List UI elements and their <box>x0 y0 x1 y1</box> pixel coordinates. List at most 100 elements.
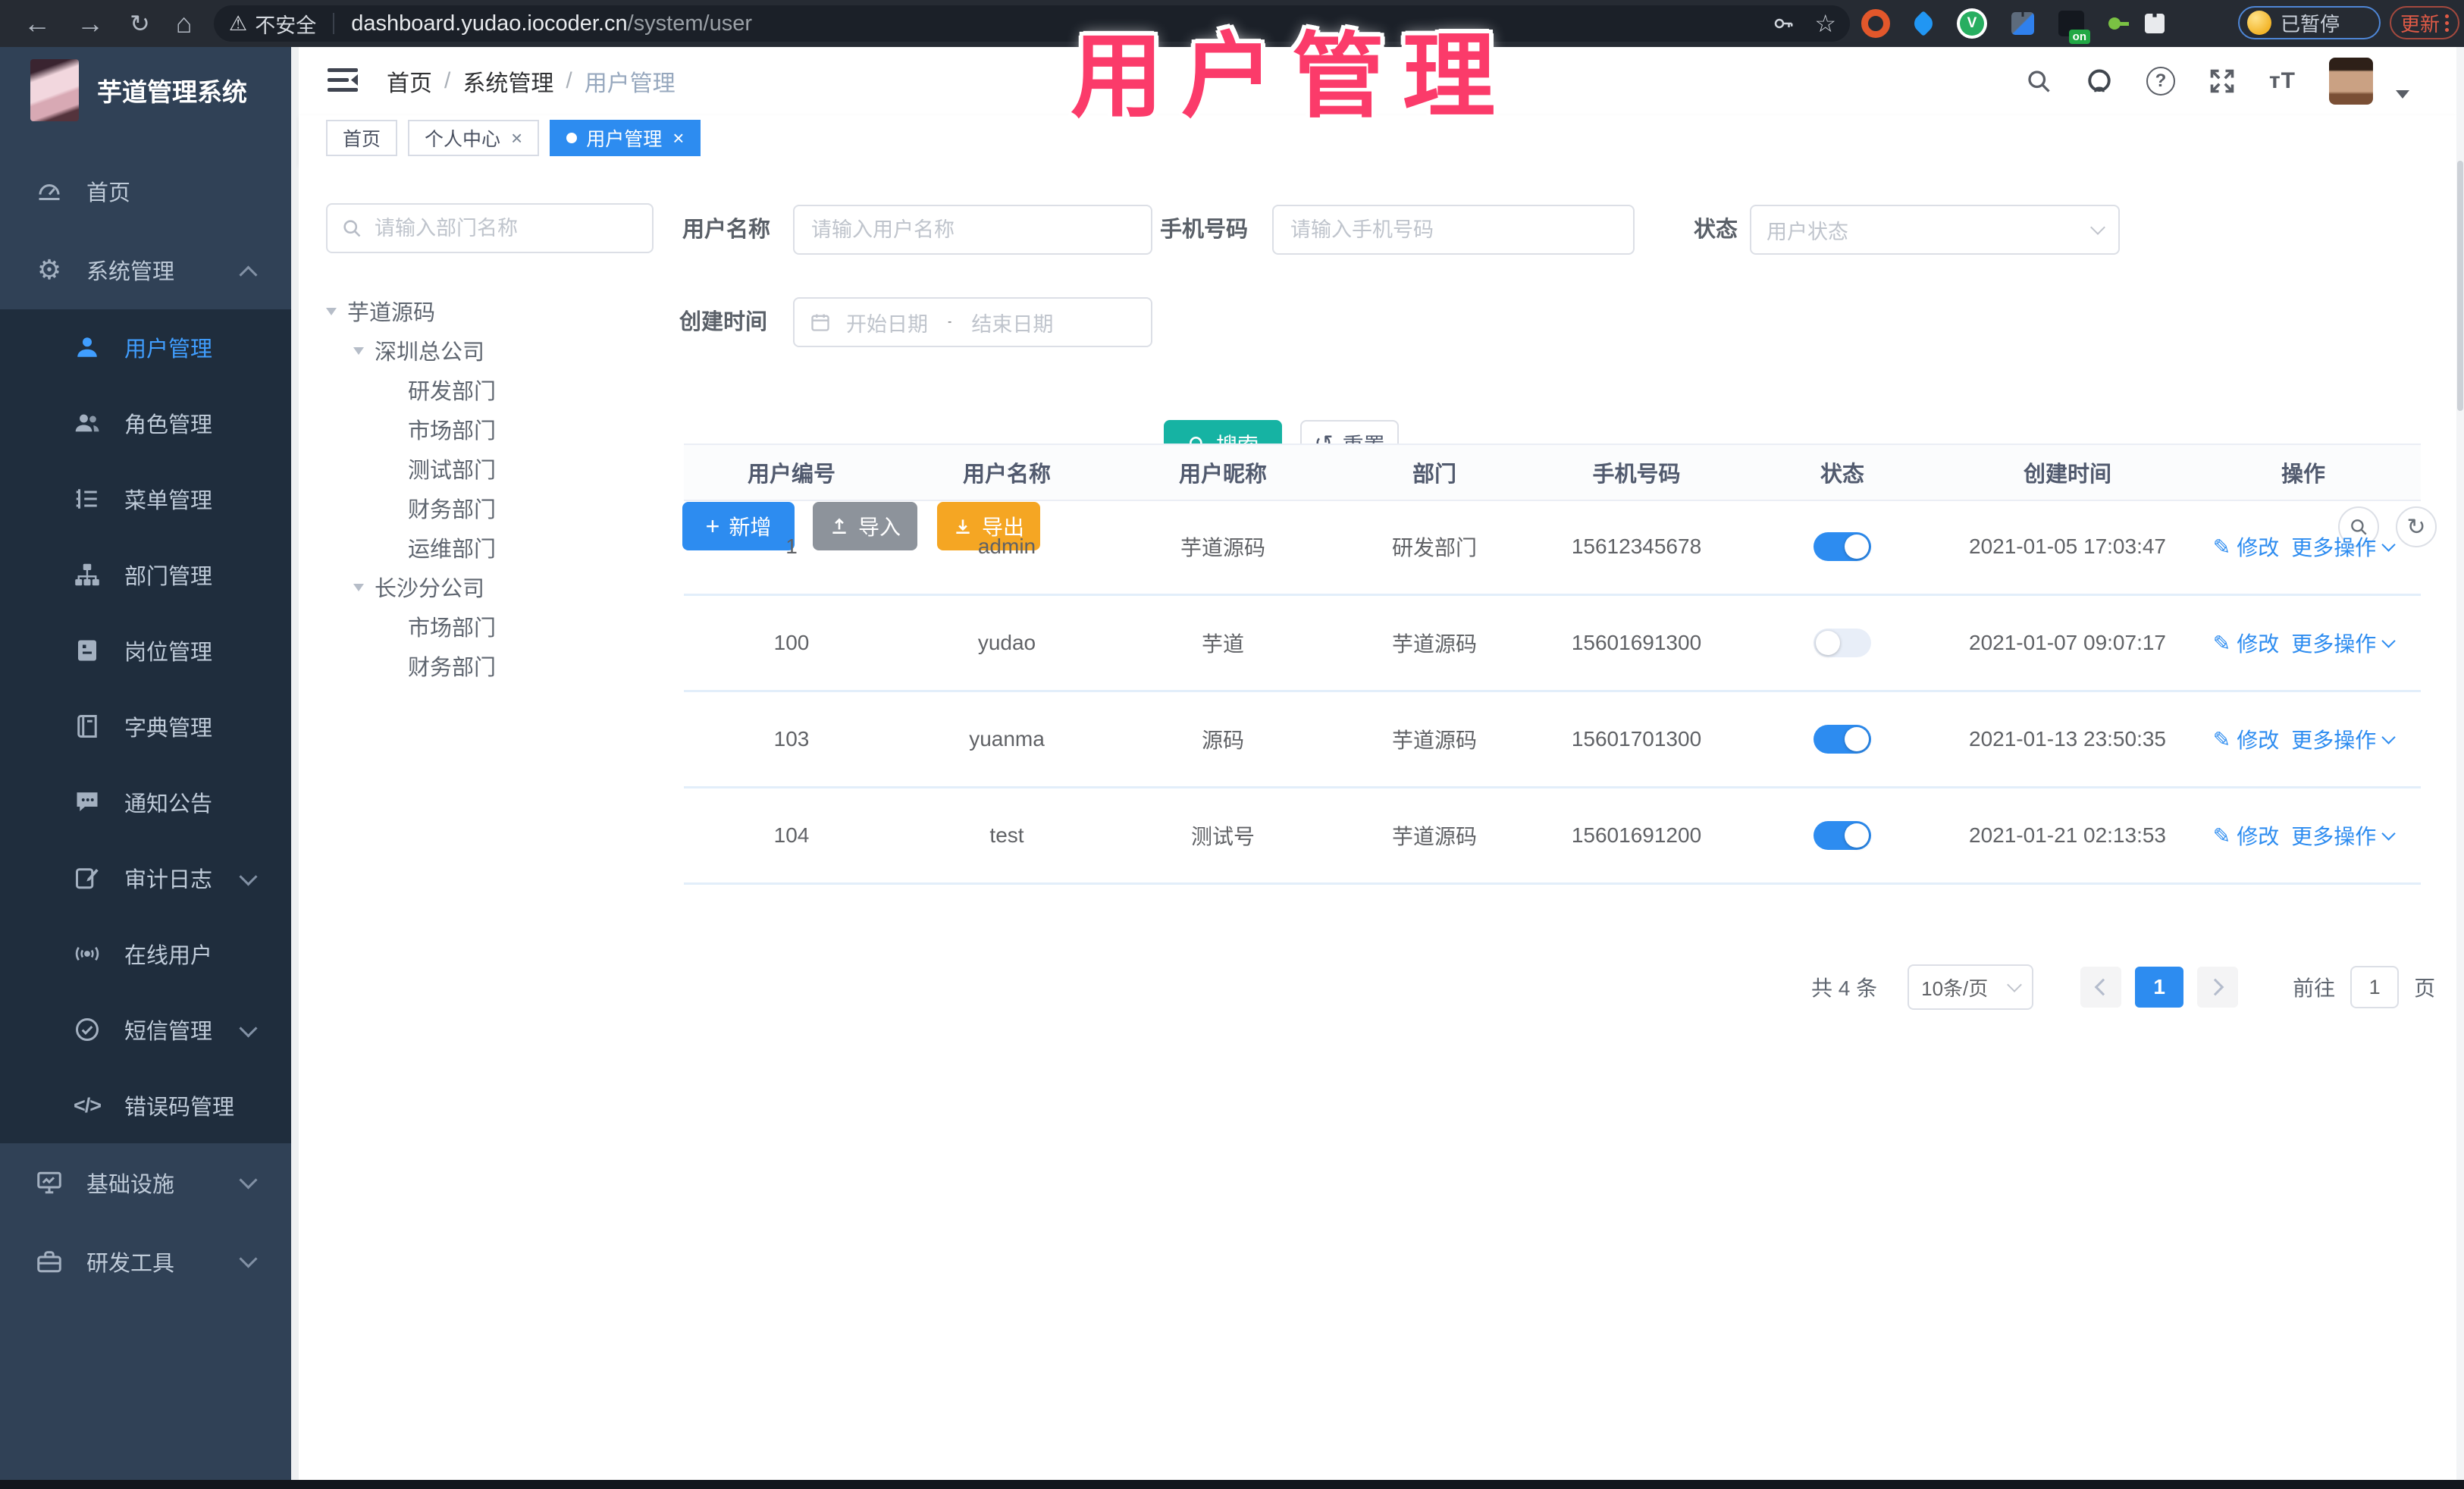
page-scrollbar[interactable] <box>2456 47 2464 1480</box>
edit-action[interactable]: ✎ 修改 <box>2213 820 2279 851</box>
breadcrumb-item[interactable]: 系统管理 <box>462 64 553 98</box>
goto-page-input[interactable] <box>2350 966 2400 1008</box>
tree-node-市场部门[interactable]: 市场部门 <box>326 607 660 646</box>
sidebar-item-在线用户[interactable]: 在线用户 <box>0 916 291 992</box>
sidebar-item-系统管理[interactable]: ⚙ 系统管理 <box>0 230 291 309</box>
sidebar-item-用户管理[interactable]: 用户管理 <box>0 309 291 385</box>
forward-icon[interactable]: → <box>77 8 104 39</box>
address-bar[interactable]: ⚠ 不安全 dashboard.yudao.iocoder.cn/system/… <box>214 5 1850 42</box>
status-toggle[interactable] <box>1814 821 1871 850</box>
status-select[interactable]: 用户状态 <box>1750 205 2120 255</box>
mobile-input[interactable] <box>1289 217 1618 243</box>
caret-down-icon[interactable] <box>2396 89 2409 99</box>
fold-menu-icon[interactable] <box>326 65 359 96</box>
github-icon[interactable] <box>2086 67 2113 95</box>
more-actions[interactable]: 更多操作 <box>2291 820 2396 851</box>
sidebar-item-通知公告[interactable]: 通知公告 <box>0 764 291 840</box>
date-range-picker[interactable]: 开始日期 - 结束日期 <box>793 297 1152 347</box>
dept-search-input[interactable] <box>373 215 634 241</box>
user-avatar[interactable] <box>2329 58 2373 105</box>
edit-action[interactable]: ✎ 修改 <box>2213 724 2279 754</box>
star-icon[interactable]: ☆ <box>1814 9 1836 38</box>
tree-node-财务部门[interactable]: 财务部门 <box>326 646 660 685</box>
breadcrumb-item[interactable]: 首页 <box>387 64 432 98</box>
home-icon[interactable]: ⌂ <box>176 8 193 39</box>
status-toggle[interactable] <box>1814 629 1871 657</box>
caret-down-icon[interactable] <box>353 347 364 355</box>
tab-个人中心[interactable]: 个人中心 × <box>408 120 540 156</box>
help-icon[interactable]: ? <box>2146 67 2175 96</box>
sidebar-item-角色管理[interactable]: 角色管理 <box>0 385 291 461</box>
green-key-extension-icon[interactable] <box>2108 17 2129 30</box>
page-1-button[interactable]: 1 <box>2135 967 2184 1008</box>
fontsize-icon[interactable]: тT <box>2269 68 2296 94</box>
dept-search-box[interactable] <box>326 203 654 253</box>
username-field[interactable] <box>793 205 1152 255</box>
caret-down-icon[interactable] <box>353 584 364 591</box>
browser-menu-icon[interactable] <box>2445 14 2449 32</box>
more-actions[interactable]: 更多操作 <box>2291 724 2396 754</box>
username-input[interactable] <box>810 217 1136 243</box>
tree-node-运维部门[interactable]: 运维部门 <box>326 528 660 567</box>
green-v-extension-icon[interactable] <box>1957 8 1987 39</box>
sidebar-item-岗位管理[interactable]: 岗位管理 <box>0 613 291 688</box>
window-bottom-edge <box>0 1480 2464 1489</box>
tab-首页[interactable]: 首页 <box>326 120 398 156</box>
sidebar-item-基础设施[interactable]: 基础设施 <box>0 1143 291 1222</box>
security-label[interactable]: 不安全 <box>255 9 316 39</box>
sidebar-item-部门管理[interactable]: 部门管理 <box>0 537 291 613</box>
key-icon[interactable] <box>1772 12 1795 35</box>
search-icon[interactable] <box>2025 67 2052 95</box>
fullscreen-icon[interactable] <box>2209 67 2236 95</box>
date-start-placeholder[interactable]: 开始日期 <box>846 308 928 337</box>
white-puzzle-extension-icon[interactable] <box>2145 14 2165 33</box>
tree-node-市场部门[interactable]: 市场部门 <box>326 409 660 449</box>
mobile-field[interactable] <box>1272 205 1635 255</box>
puzzle-blue-extension-icon[interactable] <box>2011 12 2034 35</box>
next-page-button[interactable] <box>2197 967 2239 1008</box>
sidebar-item-错误码管理[interactable]: </> 错误码管理 <box>0 1067 291 1143</box>
header-actions: ? тT <box>2025 47 2409 115</box>
status-toggle[interactable] <box>1814 725 1871 754</box>
address-divider <box>333 13 335 34</box>
close-icon[interactable]: × <box>672 127 684 150</box>
tree-node-深圳总公司[interactable]: 深圳总公司 <box>326 331 660 370</box>
tampermonkey-on-extension-icon[interactable] <box>2058 11 2090 44</box>
tree-node-芋道源码[interactable]: 芋道源码 <box>326 291 660 331</box>
more-actions[interactable]: 更多操作 <box>2291 628 2396 658</box>
app-logo-row[interactable]: 芋道管理系统 <box>0 47 291 133</box>
caret-down-icon[interactable] <box>326 308 337 315</box>
status-toggle[interactable] <box>1814 532 1871 561</box>
blue-drop-extension-icon[interactable] <box>1911 11 1936 36</box>
tab-用户管理[interactable]: 用户管理 × <box>550 120 701 156</box>
tree-node-测试部门[interactable]: 测试部门 <box>326 449 660 488</box>
reload-icon[interactable]: ↻ <box>130 9 150 38</box>
orange-ring-extension-icon[interactable] <box>1861 9 1890 38</box>
sidebar-item-菜单管理[interactable]: 菜单管理 <box>0 461 291 537</box>
edit-action[interactable]: ✎ 修改 <box>2213 531 2279 562</box>
tree-node-label: 财务部门 <box>408 656 497 680</box>
table-row: 100 yudao 芋道 芋道源码 15601691300 2021-01-07 09:0… <box>684 596 2421 692</box>
gear-icon: ⚙ <box>36 254 62 285</box>
date-end-placeholder[interactable]: 结束日期 <box>971 308 1053 337</box>
browser-update-button[interactable]: 更新 <box>2390 6 2459 39</box>
profile-paused-badge[interactable]: 已暂停 <box>2238 6 2381 39</box>
tree-node-长沙分公司[interactable]: 长沙分公司 <box>326 567 660 607</box>
chevron-down-icon <box>2381 633 2396 648</box>
sidebar-item-短信管理[interactable]: 短信管理 <box>0 992 291 1067</box>
page-size-select[interactable]: 10条/页 <box>1908 964 2034 1010</box>
back-icon[interactable]: ← <box>24 8 51 39</box>
sidebar-item-首页[interactable]: 首页 <box>0 152 291 230</box>
sidebar-item-审计日志[interactable]: 审计日志 <box>0 840 291 916</box>
sidebar-scrollbar[interactable] <box>291 47 299 1480</box>
badge-icon <box>70 635 105 666</box>
sidebar-item-字典管理[interactable]: 字典管理 <box>0 688 291 764</box>
tree-node-研发部门[interactable]: 研发部门 <box>326 370 660 409</box>
sidebar-item-研发工具[interactable]: 研发工具 <box>0 1222 291 1301</box>
tree-node-财务部门[interactable]: 财务部门 <box>326 488 660 528</box>
edit-action[interactable]: ✎ 修改 <box>2213 628 2279 658</box>
prev-page-button[interactable] <box>2080 967 2122 1008</box>
close-icon[interactable]: × <box>511 127 522 150</box>
users-icon <box>70 408 105 438</box>
more-actions[interactable]: 更多操作 <box>2291 531 2396 562</box>
